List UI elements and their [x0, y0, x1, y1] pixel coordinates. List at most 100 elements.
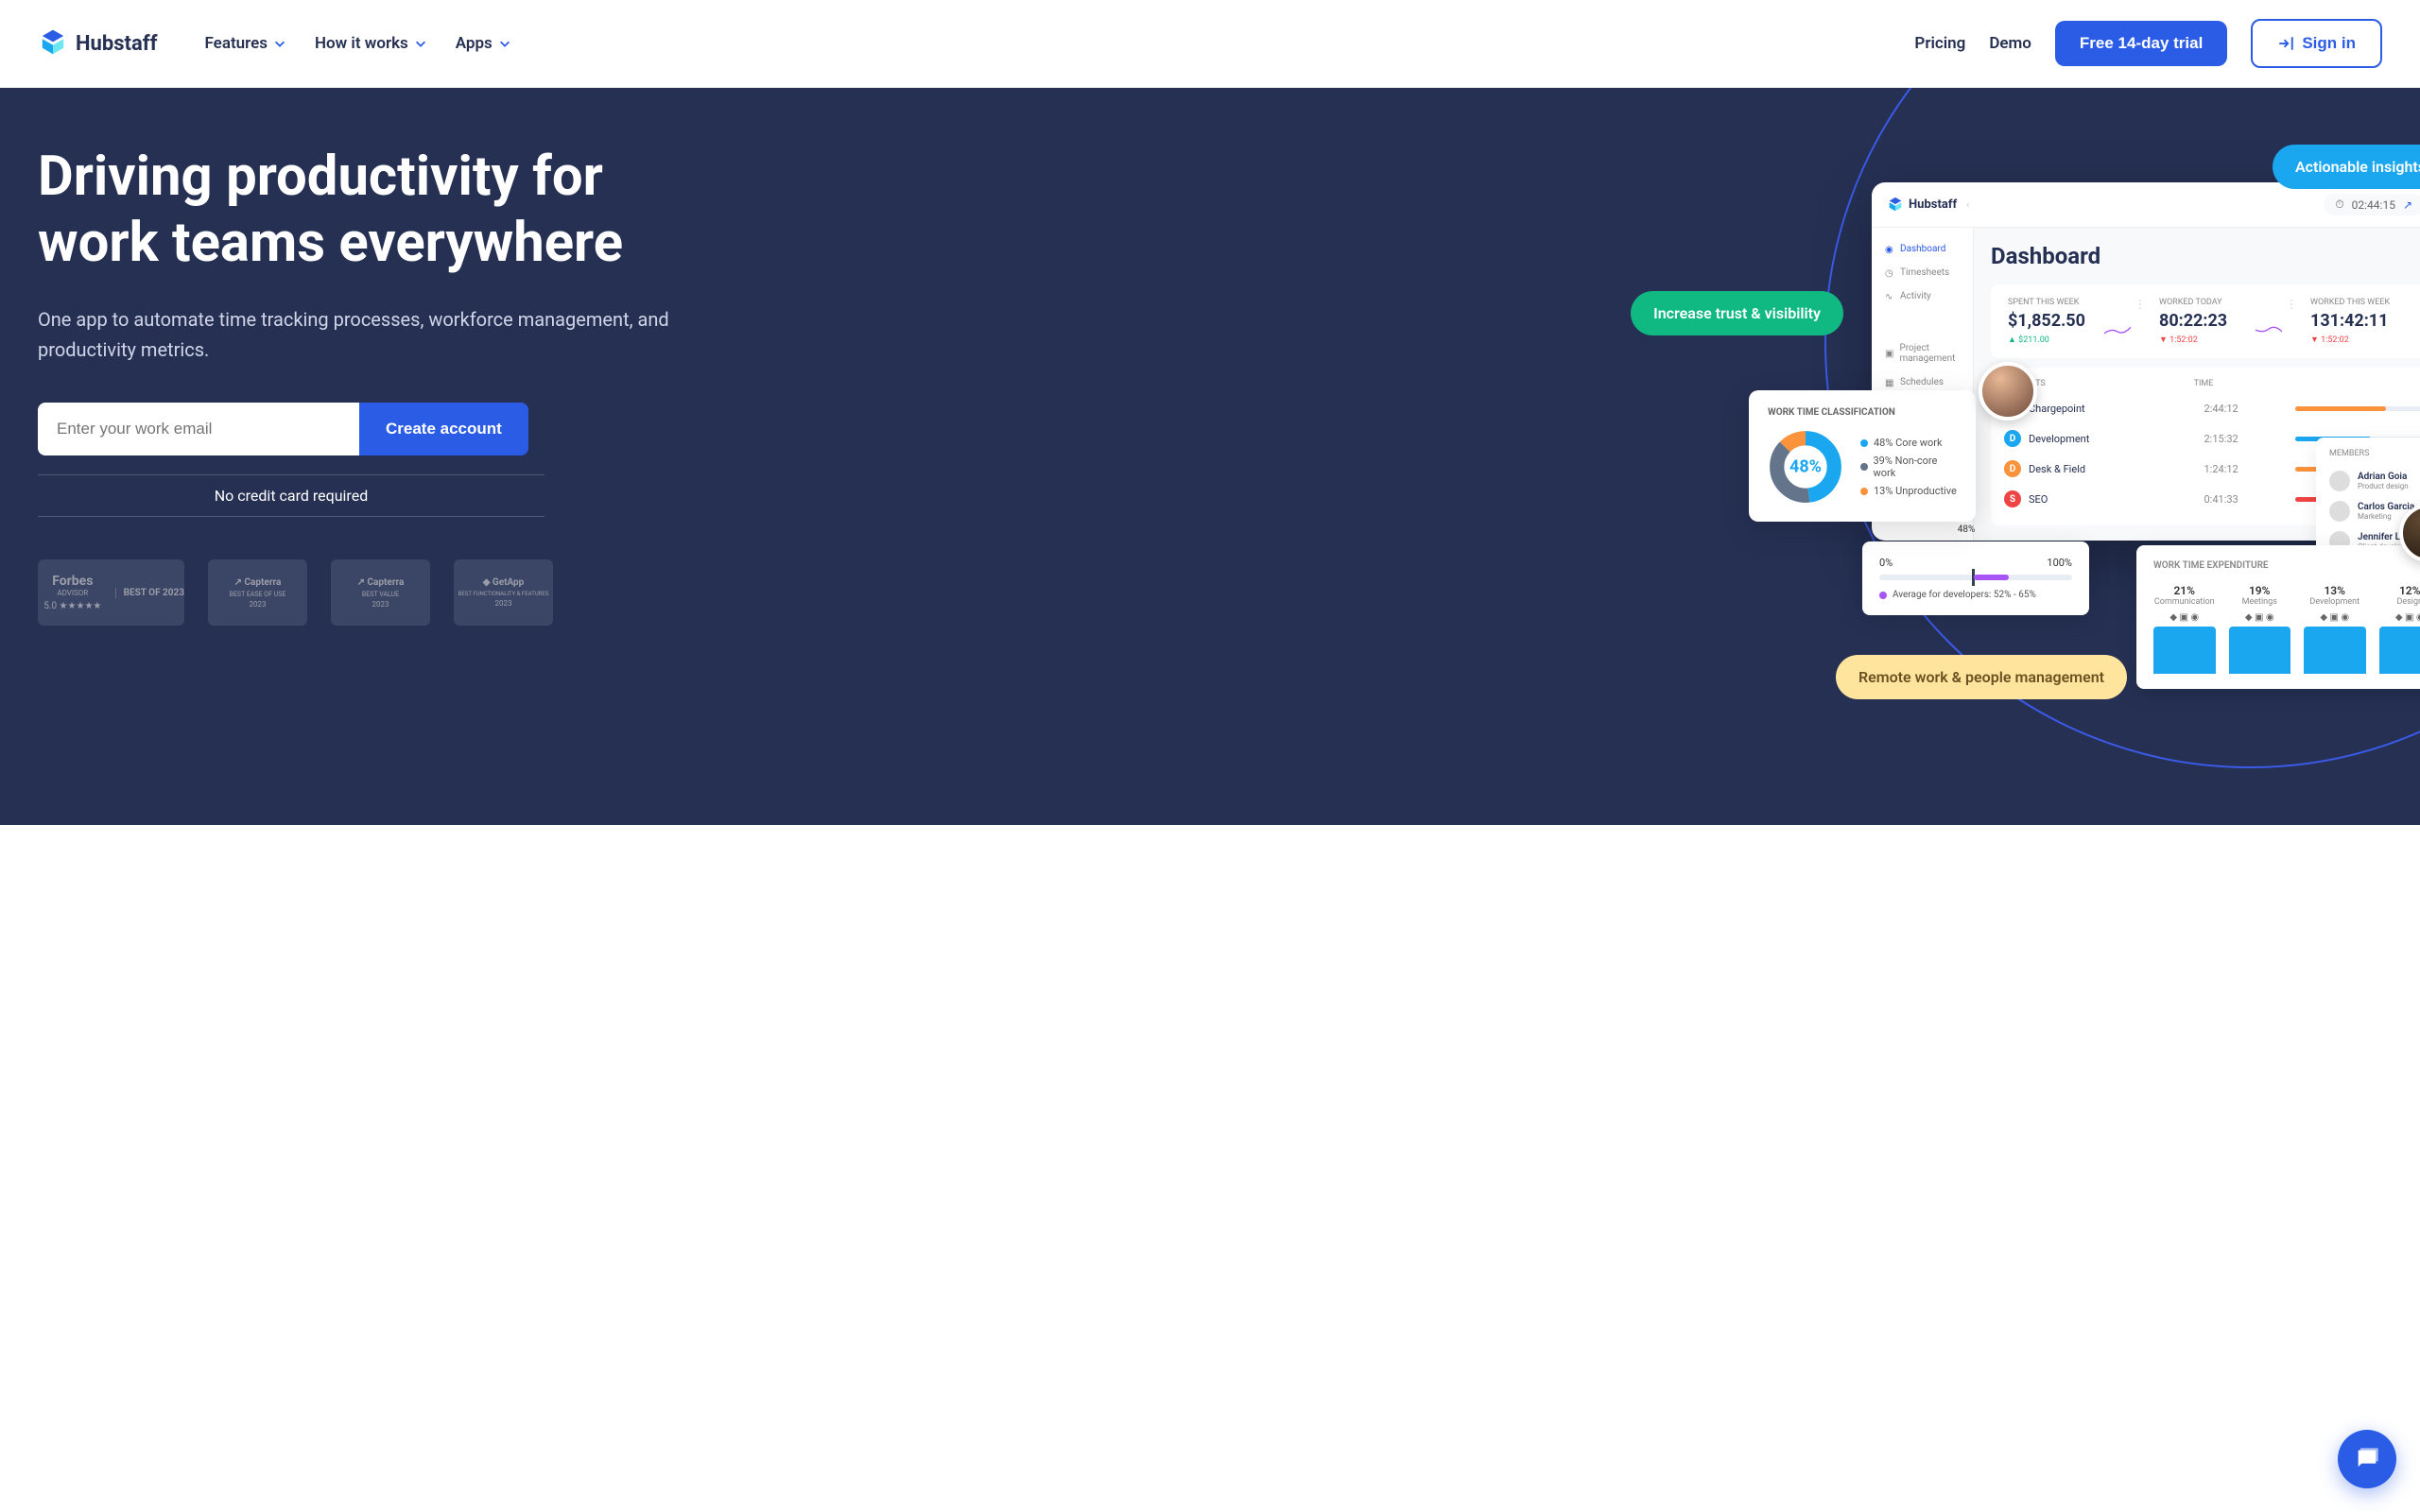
exp-label: Meetings	[2229, 597, 2291, 607]
chevron-down-icon	[498, 37, 511, 50]
exp-label: Communication	[2153, 597, 2216, 607]
legend-dot	[1860, 439, 1868, 447]
activity-icon: ∿	[1885, 292, 1894, 301]
expenditure-column: 19% Meetings ◆ ▣ ◉	[2229, 584, 2291, 674]
nav-pricing[interactable]: Pricing	[1914, 34, 1965, 53]
pill-remote: Remote work & people management	[1836, 655, 2127, 699]
project-name: SEO	[2029, 493, 2197, 506]
exp-bar	[2379, 627, 2420, 674]
folder-icon: ▣	[1885, 349, 1893, 358]
project-time: 2:15:32	[2204, 433, 2289, 445]
donut-chart: 48%	[1768, 429, 1843, 505]
hero-section: Driving productivity for work teams ever…	[0, 88, 2420, 825]
badge-capterra-value: ↗ Capterra BEST VALUE 2023	[331, 559, 430, 626]
expenditure-column: 13% Development ◆ ▣ ◉	[2304, 584, 2366, 674]
member-name: Adrian Goia	[2358, 472, 2420, 482]
hero-title: Driving productivity for work teams ever…	[38, 145, 700, 276]
member-role: Product design	[2358, 482, 2420, 490]
exp-pct: 21%	[2153, 584, 2216, 597]
expenditure-card: WORK TIME EXPENDITURE 21% Communication …	[2136, 545, 2420, 689]
project-row[interactable]: C Chargepoint 2:44:12	[2004, 393, 2420, 423]
sign-in-button[interactable]: Sign in	[2251, 19, 2382, 68]
nav-features[interactable]: Features	[205, 34, 287, 53]
project-icon: D	[2004, 430, 2021, 447]
project-icon: S	[2004, 490, 2021, 507]
project-name: Development	[2029, 433, 2197, 445]
sidebar-activity[interactable]: ∿Activity	[1876, 284, 1969, 308]
member-avatar	[2329, 471, 2350, 491]
brand-name: Hubstaff	[76, 32, 158, 56]
exp-label: Development	[2304, 597, 2366, 607]
pill-trust: Increase trust & visibility	[1631, 291, 1843, 335]
member-row[interactable]: Adrian Goia Product design 48% 5:42	[2329, 466, 2420, 496]
timer-display: ⏱ 02:44:15 ↗	[2324, 194, 2420, 215]
app-icons: ◆ ▣ ◉	[2229, 612, 2291, 623]
legend-row: 39% Non-core work	[1860, 452, 1957, 482]
project-icon: D	[2004, 460, 2021, 477]
stopwatch-icon: ⏱	[2335, 198, 2343, 212]
legend-dot	[1879, 592, 1887, 599]
slider-track	[1879, 575, 2072, 580]
chevron-down-icon	[414, 37, 427, 50]
expenditure-column: 12% Design ◆ ▣ ◉	[2379, 584, 2420, 674]
signup-form: Create account	[38, 403, 700, 455]
nav-demo[interactable]: Demo	[1989, 34, 2031, 53]
hero-subtitle: One app to automate time tracking proces…	[38, 304, 700, 365]
exp-pct: 12%	[2379, 584, 2420, 597]
sparkline-icon	[2256, 324, 2282, 337]
chat-widget-button[interactable]	[2338, 1430, 2396, 1488]
exp-pct: 19%	[2229, 584, 2291, 597]
sidebar-timesheets[interactable]: ◷Timesheets	[1876, 261, 1969, 284]
legend-dot	[1860, 488, 1868, 495]
badge-forbes: Forbes ADVISOR 5.0 ★★★★★ BEST OF 2023	[38, 559, 184, 626]
no-card-text: No credit card required	[38, 474, 544, 517]
create-account-button[interactable]: Create account	[359, 403, 528, 455]
calendar-icon: ▦	[1885, 378, 1894, 387]
exp-bar	[2229, 627, 2291, 674]
pill-insights: Actionable insights	[2273, 145, 2420, 189]
sparkline-icon	[2104, 324, 2131, 337]
legend-dot	[1860, 463, 1868, 471]
project-time: 0:41:33	[2204, 493, 2289, 506]
exp-label: Design	[2379, 597, 2420, 607]
app-icons: ◆ ▣ ◉	[2153, 612, 2216, 623]
sidebar-pm[interactable]: ▣Project management	[1876, 336, 1969, 370]
legend-row: 13% Unproductive	[1860, 482, 1957, 500]
sidebar-dashboard[interactable]: ◉Dashboard	[1876, 237, 1969, 261]
exp-bar	[2304, 627, 2366, 674]
chevron-down-icon	[273, 37, 286, 50]
clock-icon: ◷	[1885, 268, 1894, 278]
exp-pct: 13%	[2304, 584, 2366, 597]
gauge-icon: ◉	[1885, 245, 1894, 254]
legend-row: 48% Core work	[1860, 434, 1957, 452]
project-bar	[2295, 406, 2420, 411]
metrics-row: SPENT THIS WEEK $1,852.50 ▲ $211.00 ⋮ WO…	[1991, 284, 2420, 358]
email-input[interactable]	[38, 403, 359, 455]
collapse-icon: ‹	[1966, 198, 1969, 211]
badge-capterra-ease: ↗ Capterra BEST EASE OF USE 2023	[208, 559, 307, 626]
nav-how-it-works[interactable]: How it works	[315, 34, 427, 53]
member-avatar	[2329, 501, 2350, 522]
dash-header: Hubstaff ‹ ⏱ 02:44:15 ↗	[1872, 182, 2420, 228]
site-header: Hubstaff Features How it works Apps Pric…	[0, 0, 2420, 88]
metric-worked-today: WORKED TODAY 80:22:23 ▼ 1:52:02 ⋮	[2159, 298, 2291, 345]
classification-card: WORK TIME CLASSIFICATION 48% 48% Core wo…	[1749, 390, 1976, 522]
more-icon: ⋮	[2135, 298, 2146, 311]
trust-badges: Forbes ADVISOR 5.0 ★★★★★ BEST OF 2023 ↗ …	[38, 559, 700, 626]
hubstaff-logo-icon	[38, 28, 68, 59]
person-avatar	[1979, 362, 2037, 421]
more-icon: ⋮	[2286, 298, 2297, 311]
app-icons: ◆ ▣ ◉	[2379, 612, 2420, 623]
brand-logo[interactable]: Hubstaff	[38, 28, 158, 59]
header-right: Pricing Demo Free 14-day trial Sign in	[1914, 19, 2382, 68]
app-icons: ◆ ▣ ◉	[2304, 612, 2366, 623]
expenditure-column: 21% Communication ◆ ▣ ◉	[2153, 584, 2216, 674]
project-name: Desk & Field	[2029, 463, 2197, 475]
project-time: 1:24:12	[2204, 463, 2289, 475]
dashboard-title: Dashboard	[1991, 243, 2420, 269]
metric-worked-week: WORKED THIS WEEK 131:42:11 ▼ 1:52:02	[2310, 298, 2420, 345]
free-trial-button[interactable]: Free 14-day trial	[2055, 21, 2227, 66]
nav-apps[interactable]: Apps	[456, 34, 511, 53]
slider-card: 0% 48% 100% Average for developers: 52% …	[1862, 541, 2089, 615]
metric-spent: SPENT THIS WEEK $1,852.50 ▲ $211.00 ⋮	[2008, 298, 2140, 345]
